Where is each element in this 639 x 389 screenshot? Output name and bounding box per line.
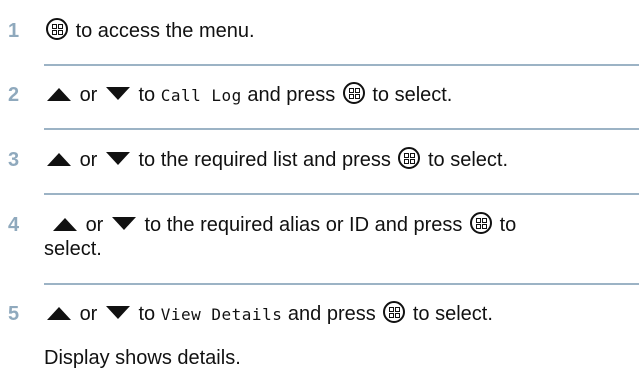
select-text: to select. xyxy=(412,303,493,325)
down-arrow-icon xyxy=(103,86,133,102)
press-text: and press xyxy=(247,84,336,106)
select-text: to select. xyxy=(427,149,509,171)
separator xyxy=(44,283,639,285)
select-rest-text: select. xyxy=(44,238,102,260)
up-arrow-icon xyxy=(44,305,74,321)
or-text: or xyxy=(79,303,98,325)
menu-target-view-details: View Details xyxy=(160,305,283,324)
or-text: or xyxy=(79,84,98,106)
up-arrow-icon xyxy=(50,216,80,232)
select-to-text: to xyxy=(499,214,517,236)
step-text: or to Call Log and press to select. xyxy=(44,82,639,109)
step-number: 4 xyxy=(8,214,20,236)
to-text: to xyxy=(138,303,156,325)
down-arrow-icon xyxy=(103,305,133,321)
select-text: to select. xyxy=(372,84,453,106)
or-text: or xyxy=(85,214,104,236)
step-number: 3 xyxy=(8,149,20,171)
step-number: 1 xyxy=(8,20,20,42)
step-1-text: to access the menu. xyxy=(75,20,255,42)
down-arrow-icon xyxy=(109,216,139,232)
result-text: Display shows details. xyxy=(44,347,241,369)
step-number: 5 xyxy=(8,303,20,325)
menu-button-icon xyxy=(398,147,421,169)
step-number: 2 xyxy=(8,84,20,106)
menu-button-icon xyxy=(46,18,68,40)
menu-button-icon xyxy=(383,301,406,323)
menu-button-icon xyxy=(470,212,492,234)
to-text: to xyxy=(138,84,156,106)
menu-button-icon xyxy=(342,82,365,104)
down-arrow-icon xyxy=(103,151,133,167)
separator xyxy=(44,64,639,66)
or-text: or xyxy=(79,149,98,171)
step-text-continued: select. xyxy=(44,236,639,262)
up-arrow-icon xyxy=(44,151,74,167)
press-text: and press xyxy=(287,303,376,325)
separator xyxy=(44,193,639,195)
step-text: to access the menu. xyxy=(44,18,639,44)
to-text: to the required list and press xyxy=(138,149,391,171)
separator xyxy=(44,128,639,130)
menu-target-call-log: Call Log xyxy=(160,86,242,105)
step-text: or to the required list and press to sel… xyxy=(44,147,639,173)
up-arrow-icon xyxy=(44,86,74,102)
step-text: or to View Details and press to select. xyxy=(44,301,639,328)
to-text: to the required alias or ID and press xyxy=(144,214,463,236)
step-text: or to the required alias or ID and press… xyxy=(44,212,639,238)
